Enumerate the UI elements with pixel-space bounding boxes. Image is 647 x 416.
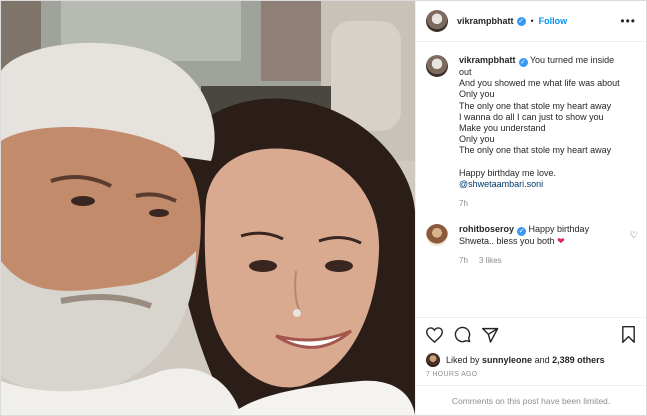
author-username[interactable]: vikrampbhatt	[457, 16, 514, 26]
caption-line: I wanna do all I can just to show you	[459, 111, 604, 122]
caption-line: The only one that stole my heart away	[459, 145, 612, 156]
verified-badge-icon: ✓	[518, 58, 528, 67]
post-timestamp[interactable]: 7 HOURS AGO	[416, 369, 646, 385]
verified-badge-icon: ✓	[517, 227, 527, 237]
post-side-panel: vikrampbhatt ✓ • Follow ••• vikrampbhatt…	[415, 1, 646, 415]
caption-entry: vikrampbhatt ✓ You turned me inside out A…	[426, 55, 636, 208]
caption-line: And you showed me what life was about	[459, 78, 620, 89]
caption-line: The only one that stole my heart away	[459, 100, 612, 111]
comment-text: rohitboseroy ✓ Happy birthday Shweta.. bl…	[459, 224, 622, 247]
caption-line: Make you understand	[459, 123, 546, 134]
liker-username[interactable]: sunnyleone	[482, 355, 532, 365]
comment-likes[interactable]: 3 likes	[479, 256, 502, 265]
caption-line: out	[459, 67, 472, 77]
caption-line: Happy birthday me love.	[459, 167, 557, 178]
share-icon[interactable]	[482, 327, 499, 343]
likes-summary: Liked by sunnyleone and 2,389 others	[416, 351, 646, 369]
caption-time[interactable]: 7h	[459, 199, 468, 208]
comment-item: rohitboseroy ✓ Happy birthday Shweta.. bl…	[426, 224, 638, 265]
comments-list[interactable]: vikrampbhatt ✓ You turned me inside out A…	[416, 42, 646, 317]
commenter-username[interactable]: rohitboseroy	[459, 224, 514, 234]
likes-joiner: and	[534, 355, 550, 365]
comment-line: Happy birthday	[528, 224, 590, 235]
likes-prefix: Liked by	[446, 355, 480, 365]
instagram-post: vikrampbhatt ✓ • Follow ••• vikrampbhatt…	[0, 0, 647, 416]
comments-limited-notice: Comments on this post have been limited.	[416, 385, 646, 415]
commenter-avatar[interactable]	[426, 224, 448, 247]
caption-line: Only you	[459, 89, 495, 100]
post-header: vikrampbhatt ✓ • Follow •••	[416, 1, 646, 42]
caption-mention-link[interactable]: @shwetaambari.soni	[459, 179, 543, 189]
more-horizontal-icon[interactable]: •••	[620, 15, 636, 27]
caption-username[interactable]: vikrampbhatt	[459, 55, 516, 65]
separator-dot: •	[530, 16, 534, 26]
comment-icon[interactable]	[454, 326, 471, 343]
verified-badge-icon: ✓	[516, 16, 526, 26]
caption-line: You turned me inside	[529, 55, 615, 65]
author-avatar[interactable]	[426, 10, 448, 32]
heart-outline-icon[interactable]	[426, 326, 443, 343]
caption-text: vikrampbhatt ✓ You turned me inside out A…	[459, 55, 636, 190]
action-bar	[416, 317, 646, 351]
comment-like-heart-icon[interactable]: ♡	[630, 230, 638, 241]
comment-line: Shweta.. bless you both	[459, 236, 555, 247]
follow-button[interactable]: Follow	[539, 16, 568, 26]
bookmark-icon[interactable]	[621, 326, 636, 343]
likes-others-link[interactable]: 2,389 others	[552, 355, 605, 365]
selfie-image	[1, 1, 415, 415]
caption-author-avatar[interactable]	[426, 55, 448, 77]
liker-avatar[interactable]	[426, 353, 440, 367]
post-photo[interactable]	[1, 1, 415, 415]
comment-meta: 7h 3 likes	[459, 256, 622, 265]
caption-line: Only you	[459, 134, 495, 145]
caption-meta: 7h	[459, 199, 636, 208]
comment-time[interactable]: 7h	[459, 256, 468, 265]
red-heart-emoji-icon: ❤	[557, 236, 565, 247]
